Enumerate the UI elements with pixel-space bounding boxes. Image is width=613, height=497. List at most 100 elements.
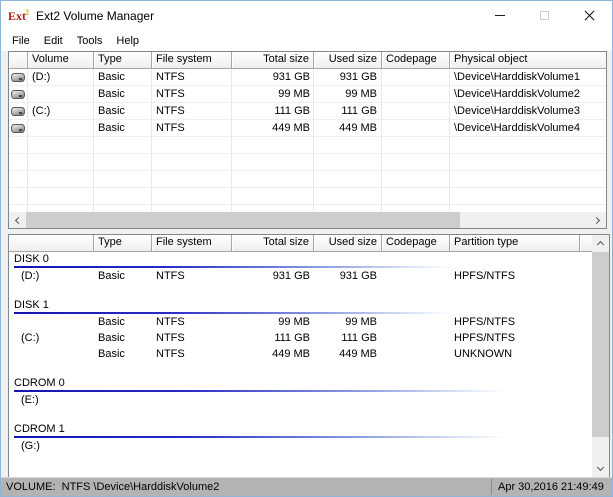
cell-used: 449 MB: [339, 122, 377, 134]
partition-row[interactable]: Basic NTFS 449 MB 449 MB UNKNOWN: [9, 346, 592, 362]
column-header-blank[interactable]: [580, 235, 592, 252]
disk-tree-body: DISK 0 (D:) Basic NTFS 931 GB 931 GB HPFS/NTFS…: [9, 252, 592, 477]
cell-type: [98, 438, 150, 454]
ext2-volume-manager-window: Ext2 Ext2 Volume Manager File Edit Tools…: [0, 0, 613, 497]
cell-used: 99 MB: [345, 316, 377, 328]
column-header-total-size[interactable]: Total size: [232, 235, 314, 252]
disk-drive-icon: [11, 90, 25, 99]
column-header-file-system[interactable]: File system: [152, 235, 232, 252]
column-header-total-size[interactable]: Total size: [232, 52, 314, 69]
cell-total: 931 GB: [272, 270, 310, 282]
horizontal-scroll-thumb[interactable]: [26, 212, 460, 228]
volume-list-body: (D:) Basic NTFS 931 GB 931 GB \Device\Harddis…: [9, 69, 606, 212]
cell-volume: [21, 314, 91, 330]
cell-total: 99 MB: [278, 88, 310, 100]
cell-total: 99 MB: [278, 316, 310, 328]
partition-row[interactable]: Basic NTFS 99 MB 99 MB HPFS/NTFS: [9, 314, 592, 330]
scroll-left-button[interactable]: [9, 212, 26, 228]
chevron-up-icon: [596, 240, 605, 249]
column-header-blank[interactable]: [9, 235, 94, 252]
cell-partition: HPFS/NTFS: [454, 316, 516, 328]
chevron-left-icon: [14, 216, 23, 224]
column-header-used-size[interactable]: Used size: [314, 235, 382, 252]
menu-file[interactable]: File: [5, 33, 37, 49]
empty-row: [9, 137, 606, 154]
empty-row: [9, 188, 606, 205]
cell-total: 449 MB: [272, 122, 310, 134]
column-header-type[interactable]: Type: [94, 52, 152, 69]
cell-codepage: [386, 86, 448, 103]
cell-volume: (C:): [32, 105, 51, 117]
vertical-scrollbar[interactable]: [592, 235, 609, 477]
column-header-partition-type[interactable]: Partition type: [450, 235, 580, 252]
column-header-codepage[interactable]: Codepage: [382, 235, 450, 252]
close-icon: [583, 9, 596, 22]
column-header-physical-object[interactable]: Physical object: [450, 52, 606, 69]
horizontal-scrollbar[interactable]: [9, 212, 606, 228]
empty-row: [9, 154, 606, 171]
cell-codepage: [386, 120, 448, 137]
cell-physical: \Device\HarddiskVolume3: [454, 105, 580, 117]
volume-row[interactable]: Basic NTFS 449 MB 449 MB \Device\HarddiskVol…: [9, 120, 606, 137]
cell-fs: [156, 438, 230, 454]
cell-codepage: [386, 346, 448, 362]
cell-fs: [156, 392, 230, 408]
window-title: Ext2 Volume Manager: [36, 8, 155, 23]
cell-fs: NTFS: [156, 270, 185, 282]
column-header-volume[interactable]: Volume: [28, 52, 94, 69]
cell-physical: \Device\HarddiskVolume4: [454, 122, 580, 134]
cell-total: 111 GB: [274, 332, 310, 344]
window-controls: [477, 1, 612, 30]
minimize-button[interactable]: [477, 1, 522, 30]
cell-volume: (D:): [32, 71, 51, 83]
scroll-up-button[interactable]: [592, 235, 609, 252]
column-header-file-system[interactable]: File system: [152, 52, 232, 69]
cell-partition: UNKNOWN: [454, 348, 513, 360]
disk-drive-icon: [11, 107, 25, 116]
cell-volume: (G:): [21, 440, 40, 452]
cell-used: 449 MB: [339, 348, 377, 360]
maximize-button: [522, 1, 567, 30]
app-icon: Ext2: [8, 8, 29, 23]
volume-row[interactable]: (D:) Basic NTFS 931 GB 931 GB \Device\Harddis…: [9, 69, 606, 86]
scroll-right-button[interactable]: [589, 212, 606, 228]
column-header-used-size[interactable]: Used size: [314, 52, 382, 69]
column-header-blank[interactable]: [9, 52, 28, 69]
cell-partition: HPFS/NTFS: [454, 332, 516, 344]
column-header-codepage[interactable]: Codepage: [382, 52, 450, 69]
partition-row[interactable]: (G:): [9, 438, 592, 454]
section-label-cdrom-1: CDROM 1: [14, 423, 65, 435]
cell-total: 449 MB: [272, 348, 310, 360]
partition-row[interactable]: (D:) Basic NTFS 931 GB 931 GB HPFS/NTFS: [9, 268, 592, 284]
cell-physical: \Device\HarddiskVolume2: [454, 88, 580, 100]
volume-list-header: Volume Type File system Total size Used size…: [9, 52, 606, 69]
maximize-icon: [540, 11, 549, 20]
volume-row[interactable]: Basic NTFS 99 MB 99 MB \Device\HarddiskVolum…: [9, 86, 606, 103]
cell-codepage: [386, 69, 448, 86]
disk-drive-icon: [11, 73, 25, 82]
menu-help[interactable]: Help: [109, 33, 146, 49]
cell-fs: NTFS: [156, 332, 185, 344]
column-header-type[interactable]: Type: [94, 235, 152, 252]
scroll-down-button[interactable]: [592, 460, 609, 477]
volume-row[interactable]: (C:) Basic NTFS 111 GB 111 GB \Device\Harddis…: [9, 103, 606, 120]
section-label-cdrom-0: CDROM 0: [14, 377, 65, 389]
cell-volume: [32, 86, 92, 103]
partition-row[interactable]: (C:) Basic NTFS 111 GB 111 GB HPFS/NTFS: [9, 330, 592, 346]
vertical-scroll-thumb[interactable]: [592, 252, 609, 437]
partition-row[interactable]: (E:): [9, 392, 592, 408]
chevron-right-icon: [592, 216, 601, 224]
cell-type: Basic: [98, 348, 125, 360]
minimize-icon: [494, 15, 505, 16]
cell-total: [232, 438, 310, 454]
close-button[interactable]: [567, 1, 612, 30]
menu-edit[interactable]: Edit: [37, 33, 70, 49]
menu-tools[interactable]: Tools: [70, 33, 110, 49]
cell-partition: [454, 392, 578, 408]
cell-codepage: [386, 330, 448, 346]
empty-row: [9, 205, 606, 212]
chevron-down-icon: [596, 463, 605, 472]
cell-total: 931 GB: [272, 71, 310, 83]
cell-codepage: [386, 438, 448, 454]
